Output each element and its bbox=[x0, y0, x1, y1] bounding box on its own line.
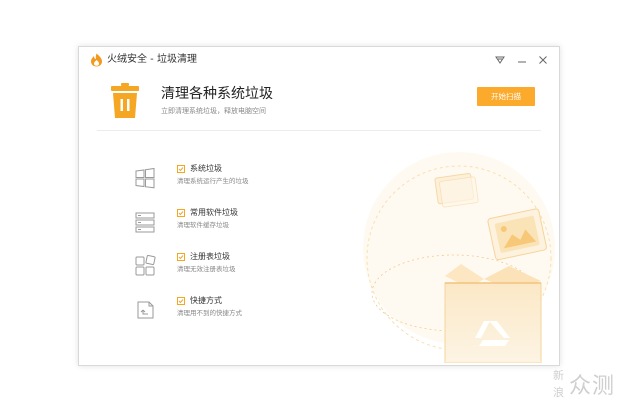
feedback-button[interactable] bbox=[492, 52, 508, 68]
watermark-char-top: 新 bbox=[553, 369, 564, 382]
item-label: 快捷方式 bbox=[190, 296, 222, 305]
list-item-shortcuts[interactable]: 快捷方式 清理用不到的快捷方式 bbox=[134, 296, 294, 326]
diamond-menu-icon bbox=[495, 56, 505, 64]
item-label: 常用软件垃圾 bbox=[190, 208, 238, 217]
checkmark-icon bbox=[178, 299, 184, 304]
minimize-icon bbox=[518, 61, 526, 63]
minimize-button[interactable] bbox=[514, 52, 530, 68]
trash-can-icon bbox=[111, 83, 139, 118]
close-icon bbox=[539, 56, 547, 64]
windows-logo-icon bbox=[135, 167, 155, 189]
shortcuts-checkbox[interactable] bbox=[177, 297, 185, 305]
item-description: 清理软件缓存垃圾 bbox=[177, 221, 229, 229]
start-scan-button[interactable]: 开始扫描 bbox=[477, 87, 535, 106]
page-subtitle: 立即清理系统垃圾，释放电脑空间 bbox=[161, 107, 266, 115]
shortcut-arrow-icon bbox=[137, 301, 154, 319]
checkmark-icon bbox=[178, 255, 184, 260]
software-junk-checkbox[interactable] bbox=[177, 209, 185, 217]
page-title: 清理各种系统垃圾 bbox=[161, 86, 273, 102]
floating-card-small bbox=[434, 172, 479, 208]
item-label: 注册表垃圾 bbox=[190, 252, 230, 261]
close-button[interactable] bbox=[535, 52, 551, 68]
registry-junk-checkbox[interactable] bbox=[177, 253, 185, 261]
header-divider bbox=[97, 130, 541, 131]
box-reflection bbox=[445, 361, 541, 363]
window-title: 火绒安全 - 垃圾清理 bbox=[107, 54, 197, 65]
list-item-registry-junk[interactable]: 注册表垃圾 清理无效注册表垃圾 bbox=[134, 252, 294, 282]
watermark-brand: 众测 bbox=[569, 374, 616, 399]
huorong-logo-icon bbox=[91, 53, 102, 67]
watermark-char-bottom: 浪 bbox=[553, 386, 564, 399]
item-description: 清理无效注册表垃圾 bbox=[177, 265, 236, 273]
sina-zhongce-watermark: 新 浪 众测 bbox=[553, 369, 635, 405]
system-junk-checkbox[interactable] bbox=[177, 165, 185, 173]
checkmark-icon bbox=[178, 167, 184, 172]
item-description: 清理系统运行产生的垃圾 bbox=[177, 177, 249, 185]
item-label: 系统垃圾 bbox=[190, 164, 222, 173]
registry-blocks-icon bbox=[135, 255, 156, 276]
list-item-system-junk[interactable]: 系统垃圾 清理系统运行产生的垃圾 bbox=[134, 164, 294, 194]
item-description: 清理用不到的快捷方式 bbox=[177, 309, 242, 317]
checkmark-icon bbox=[178, 211, 184, 216]
app-window: 火绒安全 - 垃圾清理 清理各种系统垃圾 立即清理系统垃圾，释放电脑空间 开始扫… bbox=[78, 46, 560, 366]
cleanup-illustration bbox=[363, 152, 555, 363]
stacked-storage-icon bbox=[135, 212, 155, 233]
title-bar[interactable]: 火绒安全 - 垃圾清理 bbox=[79, 47, 559, 73]
list-item-software-junk[interactable]: 常用软件垃圾 清理软件缓存垃圾 bbox=[134, 208, 294, 238]
